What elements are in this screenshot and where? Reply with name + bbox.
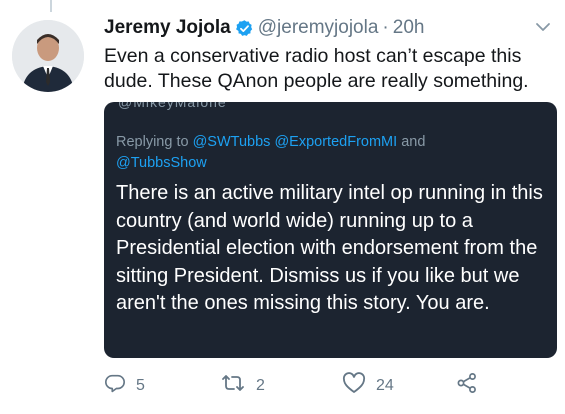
- reply-icon: [104, 372, 126, 399]
- retweet-button[interactable]: 2: [220, 372, 265, 399]
- reply-count: 5: [136, 376, 145, 394]
- quoted-tweet-text: There is an active military intel op run…: [116, 182, 543, 314]
- like-icon: [342, 372, 366, 399]
- reply-button[interactable]: 5: [104, 372, 145, 399]
- avatar-photo: [12, 20, 84, 92]
- mention-link[interactable]: @ExportedFromMI: [274, 134, 397, 150]
- replying-to-line: Replying to @SWTubbs @ExportedFromMI and…: [116, 132, 516, 174]
- chevron-down-icon[interactable]: [535, 20, 551, 38]
- author-name[interactable]: Jeremy Jojola: [104, 17, 231, 39]
- like-count: 24: [376, 376, 394, 394]
- and-word: and: [401, 134, 426, 150]
- mention-link[interactable]: @TubbsShow: [116, 155, 207, 171]
- share-icon: [456, 372, 478, 399]
- retweet-icon: [220, 372, 246, 399]
- author-handle[interactable]: @jeremyjojola: [258, 17, 379, 39]
- retweet-count: 2: [256, 376, 265, 394]
- cropped-handle-text: @MikeyMalone: [118, 102, 227, 110]
- tweet-actions: 5 2 24: [104, 372, 504, 402]
- tweet-header: Jeremy Jojola @jeremyjojola · 20h: [104, 16, 555, 40]
- like-button[interactable]: 24: [342, 372, 394, 399]
- quoted-screenshot[interactable]: @MikeyMalone Replying to @SWTubbs @Expor…: [104, 102, 557, 358]
- mention-link[interactable]: @SWTubbs: [193, 134, 271, 150]
- header-separator: ·: [382, 17, 389, 38]
- thread-connector-line: [50, 0, 52, 12]
- tweet-timestamp[interactable]: 20h: [393, 17, 425, 39]
- avatar[interactable]: [12, 20, 84, 92]
- verified-badge-icon: [235, 19, 254, 38]
- tweet-text: Even a conservative radio host can’t esc…: [104, 45, 529, 92]
- replying-prefix: Replying to: [116, 134, 189, 150]
- share-button[interactable]: [456, 372, 478, 399]
